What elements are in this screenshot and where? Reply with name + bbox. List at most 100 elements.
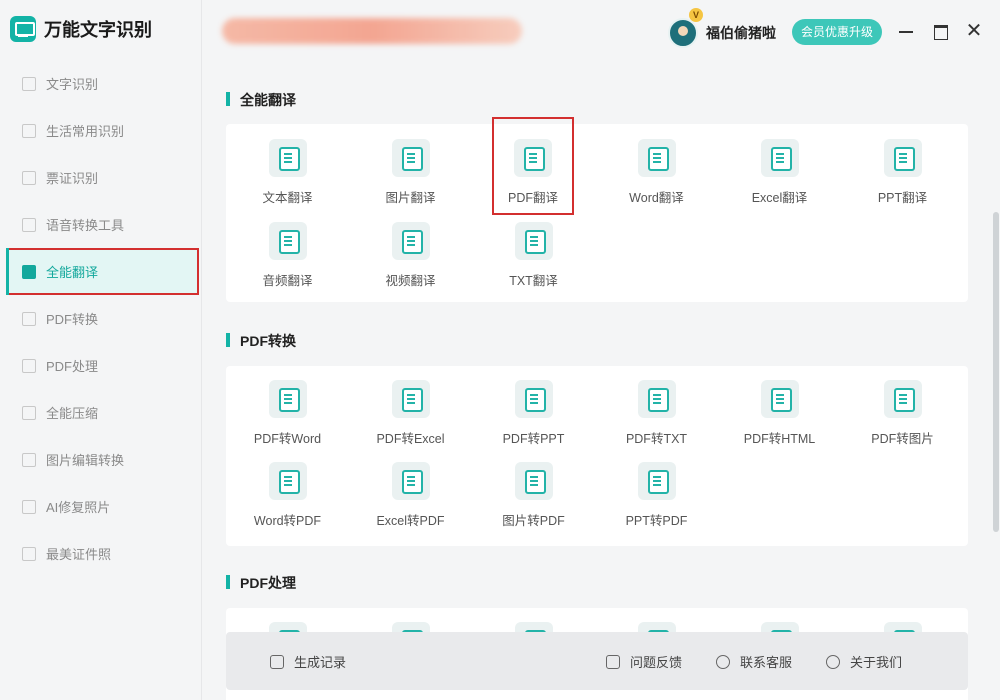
tool-ppt-to-pdf[interactable]: PPT转PDF	[595, 450, 718, 530]
id-card-icon	[22, 546, 36, 561]
sidebar-item-life-ocr[interactable]: 生活常用识别	[0, 107, 202, 154]
clipboard-icon	[270, 654, 284, 669]
tool-ppt-translate[interactable]: PPT翻译	[841, 127, 964, 207]
scanner-icon	[10, 16, 36, 42]
tool-label: PDF转Excel	[376, 432, 445, 446]
compress-icon	[22, 405, 36, 420]
pdf-icon	[22, 311, 36, 326]
tool-excel-translate[interactable]: Excel翻译	[718, 127, 841, 207]
tool-pdf-to-word[interactable]: PDF转Word	[226, 368, 349, 448]
support-label: 联系客服	[740, 655, 793, 670]
audio-doc-icon	[269, 222, 307, 260]
translate-panel: 文本翻译 图片翻译 PDF翻译 Word翻译 Excel翻译 PPT翻译 音频翻…	[226, 117, 968, 302]
history-label: 生成记录	[294, 655, 347, 670]
sidebar-item-label: 语音转换工具	[46, 218, 125, 233]
tool-label: PDF转Word	[253, 432, 322, 446]
sidebar-item-voice-tools[interactable]: 语音转换工具	[0, 201, 202, 248]
tool-word-to-pdf[interactable]: Word转PDF	[226, 450, 349, 530]
sidebar-item-pdf-process[interactable]: PDF处理	[0, 342, 202, 389]
sidebar-item-label: PDF转换	[46, 312, 99, 327]
tool-image-translate[interactable]: 图片翻译	[349, 127, 472, 207]
ppt-doc-icon	[884, 139, 922, 177]
chat-icon	[716, 654, 730, 669]
footer-bar: 生成记录 问题反馈 联系客服 关于我们	[226, 632, 968, 690]
word-doc-icon	[638, 139, 676, 177]
tool-label: PDF翻译	[507, 191, 558, 205]
text-doc-icon	[269, 139, 307, 177]
sidebar-item-ai-photo[interactable]: AI修复照片	[0, 483, 202, 530]
translate-icon	[22, 264, 36, 279]
sidebar-item-id-photo[interactable]: 最美证件照	[0, 530, 202, 577]
tool-video-translate[interactable]: 视频翻译	[349, 210, 472, 290]
txt-doc-icon	[515, 222, 553, 260]
tool-txt-translate[interactable]: TXT翻译	[472, 210, 595, 290]
tool-pdf-to-html[interactable]: PDF转HTML	[718, 368, 841, 448]
tool-text-translate[interactable]: 文本翻译	[226, 127, 349, 207]
upgrade-button[interactable]: 会员优惠升级	[792, 19, 883, 45]
app-title: 万能文字识别	[44, 20, 152, 40]
sidebar-item-pdf-convert[interactable]: PDF转换	[0, 295, 202, 342]
ppt-to-pdf-icon	[638, 462, 676, 500]
sidebar-item-label: 生活常用识别	[46, 124, 125, 139]
tool-label: PPT翻译	[877, 191, 928, 205]
image-icon	[22, 452, 36, 467]
pdf-to-word-icon	[269, 380, 307, 418]
excel-doc-icon	[761, 139, 799, 177]
tool-label: PDF转HTML	[743, 432, 816, 446]
tool-label: 图片翻译	[385, 191, 436, 205]
pdf-to-txt-icon	[638, 380, 676, 418]
mail-icon	[606, 654, 620, 669]
history-button[interactable]: 生成记录	[270, 652, 346, 671]
maximize-button[interactable]	[929, 20, 951, 42]
tool-image-to-pdf[interactable]: 图片转PDF	[472, 450, 595, 530]
tool-label: Excel转PDF	[376, 514, 445, 528]
tool-excel-to-pdf[interactable]: Excel转PDF	[349, 450, 472, 530]
pdf-to-image-icon	[884, 380, 922, 418]
sidebar-item-ticket-ocr[interactable]: 票证识别	[0, 154, 202, 201]
about-button[interactable]: 关于我们	[826, 652, 902, 671]
scrollbar[interactable]	[993, 212, 999, 532]
tool-pdf-translate[interactable]: PDF翻译	[492, 117, 574, 215]
tool-pdf-to-image[interactable]: PDF转图片	[841, 368, 964, 448]
sidebar-item-label: 最美证件照	[46, 547, 112, 562]
pdf-doc-icon	[514, 139, 552, 177]
feedback-button[interactable]: 问题反馈	[606, 652, 682, 671]
info-icon	[826, 654, 840, 669]
tool-pdf-to-txt[interactable]: PDF转TXT	[595, 368, 718, 448]
username[interactable]: 福伯偷猪啦	[706, 23, 776, 43]
tool-label: PDF转PPT	[502, 432, 565, 446]
tool-label: 视频翻译	[385, 274, 436, 288]
sidebar-item-image-edit[interactable]: 图片编辑转换	[0, 436, 202, 483]
tool-audio-translate[interactable]: 音频翻译	[226, 210, 349, 290]
section-title-pdf-convert: PDF转换	[226, 331, 296, 351]
close-button[interactable]: ✕	[963, 20, 985, 42]
pdf-edit-icon	[22, 358, 36, 373]
tool-pdf-to-ppt[interactable]: PDF转PPT	[472, 368, 595, 448]
image-doc-icon	[392, 139, 430, 177]
sidebar-item-label: PDF处理	[46, 359, 99, 374]
text-scan-icon	[22, 76, 36, 91]
vip-badge: V	[689, 8, 703, 22]
tool-label: PDF转TXT	[625, 432, 688, 446]
user-avatar[interactable]	[668, 18, 698, 48]
support-button[interactable]: 联系客服	[716, 652, 792, 671]
pdf-to-html-icon	[761, 380, 799, 418]
sidebar-nav: 文字识别 生活常用识别 票证识别 语音转换工具 全能翻译 PDF转换 PDF处理…	[0, 60, 202, 577]
pdf-convert-panel: PDF转Word PDF转Excel PDF转PPT PDF转TXT PDF转H…	[226, 366, 968, 546]
excel-to-pdf-icon	[392, 462, 430, 500]
minimize-button[interactable]	[895, 20, 917, 42]
header: V 福伯偷猪啦 会员优惠升级 ✕	[202, 0, 1000, 64]
sidebar-item-label: AI修复照片	[46, 500, 111, 515]
sidebar-item-text-ocr[interactable]: 文字识别	[0, 60, 202, 107]
voice-icon	[22, 217, 36, 232]
video-doc-icon	[392, 222, 430, 260]
section-title-pdf-process: PDF处理	[226, 573, 296, 593]
tool-label: Word翻译	[629, 191, 684, 205]
sidebar-item-compress[interactable]: 全能压缩	[0, 389, 202, 436]
tool-word-translate[interactable]: Word翻译	[595, 127, 718, 207]
sidebar-item-translate[interactable]: 全能翻译	[6, 248, 199, 295]
tool-label: 文本翻译	[262, 191, 313, 205]
tool-label: Excel翻译	[751, 191, 808, 205]
pdf-to-excel-icon	[392, 380, 430, 418]
tool-pdf-to-excel[interactable]: PDF转Excel	[349, 368, 472, 448]
